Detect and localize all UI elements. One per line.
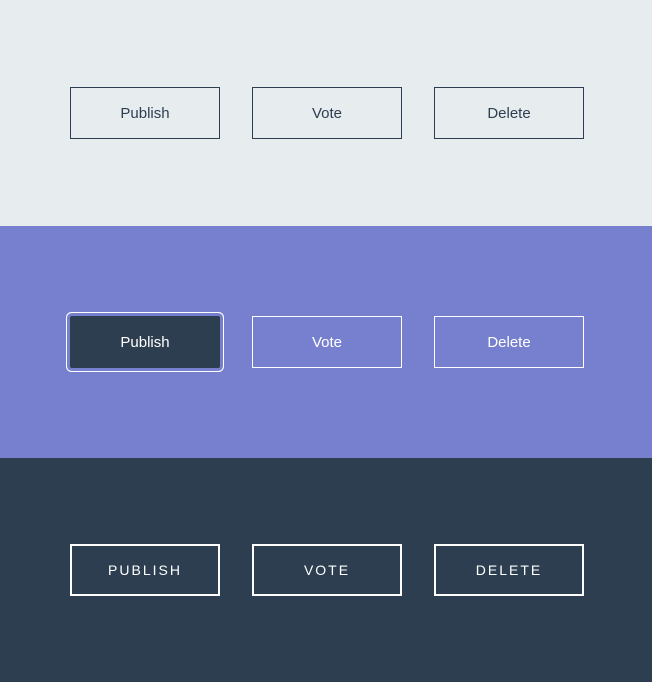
delete-button[interactable]: Delete (434, 87, 584, 139)
publish-button[interactable]: Publish (70, 87, 220, 139)
vote-button[interactable]: Vote (252, 316, 402, 368)
publish-button[interactable]: Publish (70, 544, 220, 596)
publish-button[interactable]: Publish (70, 316, 220, 368)
button-section-dark: Publish Vote Delete (0, 458, 652, 682)
button-section-light: Publish Vote Delete (0, 0, 652, 226)
vote-button[interactable]: Vote (252, 544, 402, 596)
delete-button[interactable]: Delete (434, 316, 584, 368)
vote-button[interactable]: Vote (252, 87, 402, 139)
delete-button[interactable]: Delete (434, 544, 584, 596)
button-section-purple: Publish Vote Delete (0, 226, 652, 458)
